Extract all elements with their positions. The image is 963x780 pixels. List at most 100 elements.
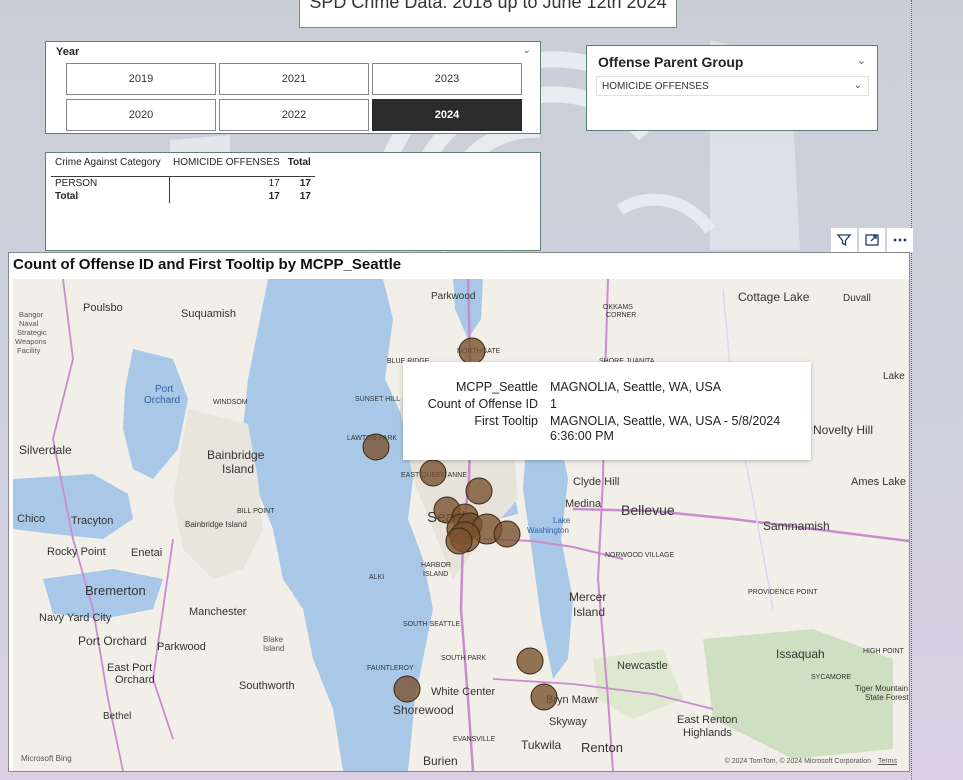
map-bubble[interactable] xyxy=(458,337,486,365)
map-label: Bremerton xyxy=(85,583,146,598)
matrix-cell-total: 17 xyxy=(299,190,311,202)
chevron-down-icon[interactable]: ⌄ xyxy=(523,45,531,56)
map-label: East Port xyxy=(107,662,152,674)
map-label: Blake xyxy=(263,635,284,644)
map-label: Parkwood xyxy=(431,291,475,302)
map-label: HARBOR xyxy=(421,562,451,569)
map-label: Duvall xyxy=(843,293,871,304)
map-label: Suquamish xyxy=(181,308,236,320)
tooltip-key: Count of Offense ID xyxy=(427,397,538,411)
map-label: Parkwood xyxy=(157,641,206,653)
report-title: SPD Crime Data: 2018 up to June 12th 202… xyxy=(309,0,667,12)
chevron-down-icon: ⌄ xyxy=(853,80,862,91)
map-bubble[interactable] xyxy=(445,527,473,555)
map-label: BILL POINT xyxy=(237,508,275,515)
map-label: Medina xyxy=(565,498,602,510)
map-label: Skyway xyxy=(549,716,587,728)
map-bubble[interactable] xyxy=(419,459,447,487)
map-label: Orchard xyxy=(115,674,155,686)
matrix-row-label: Total xyxy=(51,189,170,203)
map-label: Novelty Hill xyxy=(813,423,873,437)
map-label: Port Orchard xyxy=(78,634,147,648)
map-label: SUNSET HILL xyxy=(355,396,400,403)
matrix-header-total[interactable]: Total xyxy=(284,157,315,177)
map-label: Washington xyxy=(527,526,569,535)
map-bubble[interactable] xyxy=(493,520,521,548)
table-row: PERSON 17 17 xyxy=(51,176,315,190)
map-label: Ames Lake xyxy=(851,476,906,488)
year-button-2022[interactable]: 2022 xyxy=(219,99,369,131)
map-attribution: © 2024 TomTom, © 2024 Microsoft Corporat… xyxy=(724,758,871,765)
map-label: SYCAMORE xyxy=(811,674,851,681)
map-label: OKKAMS xyxy=(603,304,633,311)
visual-header xyxy=(829,228,913,252)
map-title: Count of Offense ID and First Tooltip by… xyxy=(13,256,402,273)
more-options-icon[interactable] xyxy=(887,228,913,252)
map-bubble[interactable] xyxy=(362,433,390,461)
map-label: EVANSVILLE xyxy=(453,736,496,743)
year-slicer-header: Year xyxy=(56,46,80,58)
map-label: Bangor xyxy=(19,310,44,319)
map-label: Poulsbo xyxy=(83,302,123,314)
tooltip-value: MAGNOLIA, Seattle, WA, USA xyxy=(550,380,722,394)
year-button-2021[interactable]: 2021 xyxy=(219,63,369,95)
map-label: NORWOOD VILLAGE xyxy=(605,552,674,559)
map-label: Mercer xyxy=(569,590,606,604)
year-button-2023[interactable]: 2023 xyxy=(372,63,522,95)
map-label: Naval xyxy=(19,319,39,328)
filter-icon[interactable] xyxy=(831,228,857,252)
map-label: SOUTH SEATTLE xyxy=(403,621,460,628)
year-button-2020[interactable]: 2020 xyxy=(66,99,216,131)
year-button-2019[interactable]: 2019 xyxy=(66,63,216,95)
map-label: Manchester xyxy=(189,606,247,618)
matrix-cell-value: 17 xyxy=(169,176,284,190)
map-label: Bainbridge Island xyxy=(185,520,247,529)
canvas-guide-line xyxy=(911,0,912,780)
table-row: Total 17 17 xyxy=(51,189,315,203)
map-label: ALKI xyxy=(369,574,384,581)
matrix-cell-total: 17 xyxy=(283,176,315,190)
offense-parent-group-slicer: Offense Parent Group ⌄ HOMICIDE OFFENSES… xyxy=(586,45,878,131)
map-label: State Forest xyxy=(865,693,909,702)
map-label: Navy Yard City xyxy=(39,612,112,624)
matrix-header-category[interactable]: Crime Against Category xyxy=(51,157,169,177)
map-label: Orchard xyxy=(144,395,180,406)
map-label: ISLAND xyxy=(423,571,448,578)
map-label: PROVIDENCE POINT xyxy=(748,589,818,596)
map-label: Sammamish xyxy=(763,519,830,533)
chevron-down-icon[interactable]: ⌄ xyxy=(857,54,866,67)
map-basemap: Parkwood Cottage Lake Duvall Poulsbo Suq… xyxy=(13,279,909,771)
map-bubble[interactable] xyxy=(393,675,421,703)
matrix-header-homicide[interactable]: HOMICIDE OFFENSES xyxy=(169,157,284,177)
map-canvas[interactable]: Parkwood Cottage Lake Duvall Poulsbo Suq… xyxy=(13,279,909,771)
map-label: Silverdale xyxy=(19,443,72,457)
offense-group-dropdown[interactable]: HOMICIDE OFFENSES ⌄ xyxy=(596,76,869,96)
map-bubble[interactable] xyxy=(530,683,558,711)
map-label: Lake xyxy=(553,516,571,525)
map-label: FAUNTLEROY xyxy=(367,665,414,672)
terms-link[interactable]: Terms xyxy=(878,758,897,765)
matrix-row-label: PERSON xyxy=(51,176,170,190)
map-label: Bainbridge xyxy=(207,448,265,462)
bing-logo: Microsoft Bing xyxy=(21,754,72,763)
offense-group-dropdown-value: HOMICIDE OFFENSES xyxy=(602,81,709,92)
map-bubble[interactable] xyxy=(465,477,493,505)
map-label: Cottage Lake xyxy=(738,290,810,304)
map-bubble[interactable] xyxy=(516,647,544,675)
map-label: Renton xyxy=(581,740,623,755)
map-label: CORNER xyxy=(606,312,636,319)
map-label: Enetai xyxy=(131,547,162,559)
map-tooltip: MCPP_Seattle MAGNOLIA, Seattle, WA, USA … xyxy=(403,362,811,460)
map-label: White Center xyxy=(431,686,496,698)
map-label: Shorewood xyxy=(393,703,454,717)
matrix-cell-value: 17 xyxy=(268,190,280,202)
tooltip-value: MAGNOLIA, Seattle, WA, USA - 5/8/2024 xyxy=(550,414,781,428)
year-button-2024[interactable]: 2024 xyxy=(372,99,522,131)
map-visual: Count of Offense ID and First Tooltip by… xyxy=(8,252,910,772)
map-label: HIGH POINT xyxy=(863,648,905,655)
focus-mode-icon[interactable] xyxy=(859,228,885,252)
map-label: SOUTH PARK xyxy=(441,655,486,662)
tooltip-key: First Tooltip xyxy=(474,414,538,428)
map-label: Weapons xyxy=(15,337,47,346)
map-label: Island xyxy=(263,644,284,653)
